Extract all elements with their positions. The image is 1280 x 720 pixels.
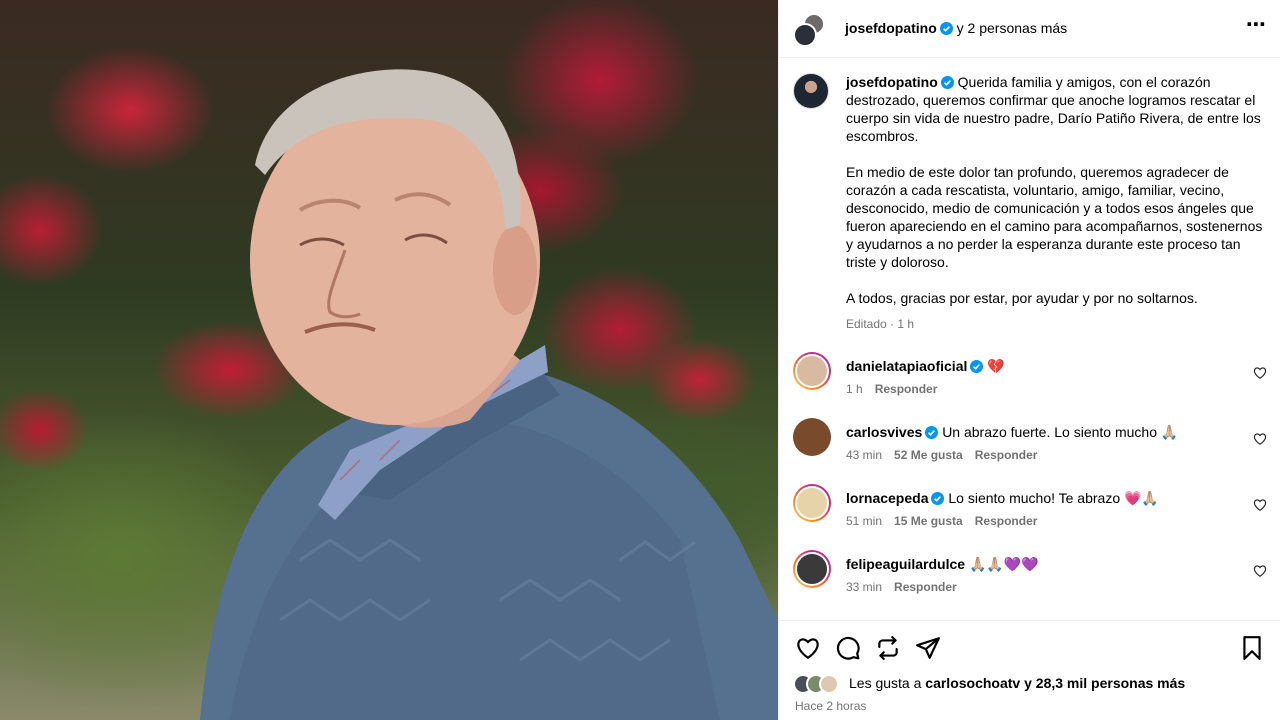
heart-icon[interactable] bbox=[795, 635, 821, 661]
comment-like-icon[interactable] bbox=[1253, 564, 1267, 578]
comment-item: felipeaguilardulce 🙏🏼🙏🏼💜💜 33 min Responde… bbox=[793, 550, 1267, 600]
photo-subject bbox=[200, 69, 778, 720]
more-options-icon[interactable]: ⋯ bbox=[1246, 15, 1267, 35]
liker-avatars bbox=[793, 674, 843, 694]
bookmark-icon[interactable] bbox=[1239, 635, 1265, 661]
comment-item: carlosvives Un abrazo fuerte. Lo siento … bbox=[793, 418, 1267, 468]
verified-badge-icon bbox=[931, 492, 945, 505]
send-icon[interactable] bbox=[915, 635, 941, 661]
comment-like-icon[interactable] bbox=[1253, 366, 1267, 380]
comment-text: Lo siento mucho! Te abrazo 💗🙏🏼 bbox=[948, 490, 1159, 506]
comment-likes-count[interactable]: 15 Me gusta bbox=[894, 514, 963, 528]
post-time: Hace 2 horas bbox=[795, 699, 867, 713]
verified-badge-icon bbox=[925, 426, 939, 439]
comment-avatar[interactable] bbox=[793, 418, 831, 456]
comment-avatar[interactable] bbox=[793, 550, 831, 588]
likes-prefix: Les gusta a bbox=[849, 675, 926, 691]
comment-username[interactable]: carlosvives bbox=[846, 424, 922, 440]
comment-text: Un abrazo fuerte. Lo siento mucho 🙏🏼 bbox=[942, 424, 1179, 440]
caption-edited-time: Editado · 1 h bbox=[846, 317, 915, 331]
likes-count-text[interactable]: y 28,3 mil personas más bbox=[1020, 675, 1185, 691]
author-avatar[interactable] bbox=[793, 23, 817, 47]
post-photo bbox=[0, 0, 778, 720]
comment-time: 51 min bbox=[846, 514, 883, 528]
caption-text-2: En medio de este dolor tan profundo, que… bbox=[846, 164, 1267, 270]
caption-author-avatar[interactable] bbox=[793, 73, 829, 109]
comment-text: 💔 bbox=[987, 358, 1005, 374]
caption-text-3: A todos, gracias por estar, por ayudar y… bbox=[846, 290, 1198, 306]
comment-avatar[interactable] bbox=[793, 352, 831, 390]
repost-icon[interactable] bbox=[875, 635, 901, 661]
caption-paragraph: josefdopatino Querida familia y amigos, … bbox=[846, 73, 1263, 145]
post-details-panel: josefdopatino y 2 personas más ⋯ josefdo… bbox=[778, 0, 1280, 720]
reply-button[interactable]: Responder bbox=[975, 514, 1038, 528]
coauthors-text[interactable]: y 2 personas más bbox=[957, 20, 1068, 36]
comment-icon[interactable] bbox=[835, 635, 861, 661]
reply-button[interactable]: Responder bbox=[875, 382, 938, 396]
reply-button[interactable]: Responder bbox=[894, 580, 957, 594]
comment-username[interactable]: felipeaguilardulce bbox=[846, 556, 965, 572]
comment-likes-count[interactable]: 52 Me gusta bbox=[894, 448, 963, 462]
comment-username[interactable]: danielatapiaoficial bbox=[846, 358, 967, 374]
comment-time: 43 min bbox=[846, 448, 883, 462]
comment-item: danielatapiaoficial 💔 1 h Responder bbox=[793, 352, 1267, 402]
comment-time: 33 min bbox=[846, 580, 883, 594]
comment-username[interactable]: lornacepeda bbox=[846, 490, 928, 506]
comment-text: 🙏🏼🙏🏼💜💜 bbox=[968, 556, 1039, 572]
likes-summary[interactable]: Les gusta a carlosochoatv y 28,3 mil per… bbox=[793, 674, 1185, 694]
comment-like-icon[interactable] bbox=[1253, 432, 1267, 446]
caption-username[interactable]: josefdopatino bbox=[846, 74, 938, 90]
post-header: josefdopatino y 2 personas más ⋯ bbox=[779, 0, 1280, 58]
likes-username[interactable]: carlosochoatv bbox=[925, 675, 1020, 691]
comment-avatar[interactable] bbox=[793, 484, 831, 522]
comments-scroll[interactable]: josefdopatino Querida familia y amigos, … bbox=[779, 59, 1280, 619]
post-caption: josefdopatino Querida familia y amigos, … bbox=[793, 73, 1263, 331]
post-authors: josefdopatino y 2 personas más bbox=[845, 20, 1067, 36]
verified-badge-icon bbox=[970, 360, 984, 373]
coauthor-avatars[interactable] bbox=[793, 13, 827, 47]
reply-button[interactable]: Responder bbox=[975, 448, 1038, 462]
verified-badge-icon bbox=[940, 76, 954, 89]
comment-like-icon[interactable] bbox=[1253, 498, 1267, 512]
post-actions-bar: Les gusta a carlosochoatv y 28,3 mil per… bbox=[779, 620, 1280, 720]
verified-badge-icon bbox=[939, 22, 953, 35]
author-username[interactable]: josefdopatino bbox=[845, 20, 937, 36]
comment-time: 1 h bbox=[846, 382, 863, 396]
comment-item: lornacepeda Lo siento mucho! Te abrazo 💗… bbox=[793, 484, 1267, 534]
